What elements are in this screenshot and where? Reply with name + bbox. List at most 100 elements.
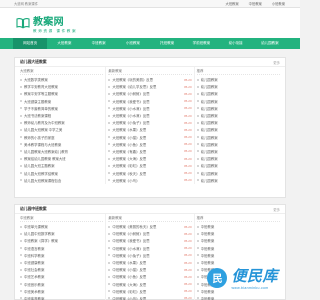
nav-item[interactable]: 托班教案	[150, 38, 184, 49]
list-item[interactable]: 中班教案	[196, 223, 280, 230]
nav-item[interactable]: 幼儿园教案	[253, 38, 287, 49]
list-item[interactable]: 大班教案《水果》反思 05-20	[108, 126, 192, 133]
list-item-link[interactable]: 幼儿园教案	[201, 171, 280, 176]
more-link[interactable]: 更多	[273, 207, 280, 212]
list-item-link[interactable]: 教师幼儿教育及为中班教案	[24, 120, 103, 125]
list-item[interactable]: 中班教案《大海》反思 05-20	[108, 281, 192, 288]
list-item[interactable]: 幼儿园教案	[196, 105, 280, 112]
list-item[interactable]: 大班教案《幼儿学反思》反思 05-20	[108, 83, 192, 90]
list-item-link[interactable]: 中班单元课教案	[24, 224, 103, 229]
list-item[interactable]: 中班教案《小猫》反思 05-20	[108, 266, 192, 273]
list-item-link[interactable]: 幼儿园大班主题教案	[24, 163, 103, 168]
list-item[interactable]: 大班教案《玩的美丽》反思 05-20	[108, 76, 192, 83]
list-item-link[interactable]: 中班音乐教案	[24, 282, 103, 287]
nav-item[interactable]: 中班教案	[82, 38, 116, 49]
list-item-link[interactable]: 幼儿园大班教案 中学之美	[24, 127, 103, 132]
list-item-link[interactable]: 中班艺术教案	[24, 274, 103, 279]
list-item-link[interactable]: 大班教案《有趣》反思	[112, 149, 180, 154]
list-item-link[interactable]: 中班教案《算学》教案	[24, 238, 103, 243]
list-item[interactable]: 中班教案《小兔子》反思 05-20	[108, 252, 192, 259]
list-item[interactable]: 教案平安学等主题教案	[20, 90, 103, 97]
list-item-link[interactable]: 大班教案《小水滴》反思	[112, 106, 180, 111]
list-item-link[interactable]: 幼儿园教案	[201, 127, 280, 132]
list-item[interactable]: 幼儿园大班教学结教案	[20, 169, 103, 176]
list-item[interactable]: 中班教案《美丽的秋天》反思 05-20	[108, 223, 192, 230]
list-item-link[interactable]: 中班教案《小兔子》反思	[112, 253, 180, 258]
list-item[interactable]: 幼儿园教案	[196, 83, 280, 90]
list-item-link[interactable]: 教学平安教育大班教案	[24, 84, 103, 89]
list-item[interactable]: 中班教案《水果》反思 05-20	[108, 259, 192, 266]
list-item-link[interactable]: 中班教案《小鱼》反思	[112, 274, 180, 279]
list-item[interactable]: 幼儿园中班数学教案	[20, 230, 103, 237]
list-item-link[interactable]: 大班教案《小兔子》反思	[112, 120, 180, 125]
list-item-link[interactable]: 幼儿园教案	[201, 84, 280, 89]
list-item[interactable]: 幼儿园教案	[196, 112, 280, 119]
list-item[interactable]: 中班艺术教案	[20, 273, 103, 280]
list-item-link[interactable]: 大班健康主题教案	[24, 99, 103, 104]
list-item[interactable]: 幼儿园教案	[196, 148, 280, 155]
list-item-link[interactable]: 幼儿园教案	[201, 163, 280, 168]
list-item[interactable]: 大班教案《小水滴》反思 05-20	[108, 105, 192, 112]
nav-item[interactable]: 学前班教案	[184, 38, 218, 49]
list-item[interactable]: 中班教案	[196, 295, 280, 300]
list-item-link[interactable]: 幼儿园教案	[201, 106, 280, 111]
list-item-link[interactable]: 大班教案《大海》反思	[112, 156, 180, 161]
list-item[interactable]: 中班教案《小蚵蚵》反思 05-20	[108, 230, 192, 237]
list-item[interactable]: 中班美术教案	[20, 288, 103, 295]
list-item[interactable]: 中班社会教案	[20, 266, 103, 273]
list-item-link[interactable]: 幼儿园教案	[201, 135, 280, 140]
list-item-link[interactable]: 中班语言教案	[24, 246, 103, 251]
list-item-link[interactable]: 中班教案	[201, 224, 280, 229]
list-item-link[interactable]: 中班教案	[201, 231, 280, 236]
topbar-link[interactable]: 小班教案	[272, 1, 285, 6]
list-item[interactable]: 中班健康教案	[20, 259, 103, 266]
list-item-link[interactable]: 中班教案《小猫》反思	[112, 267, 180, 272]
list-item[interactable]: 大班书法教案课程	[20, 112, 103, 119]
list-item[interactable]: 幼儿园教案	[196, 134, 280, 141]
list-item-link[interactable]: 幼儿园教案	[201, 156, 280, 161]
nav-item[interactable]: 幼小衔接	[219, 38, 253, 49]
list-item[interactable]: 大班教案《小兔子》反思 05-20	[108, 119, 192, 126]
list-item-link[interactable]: 中班教案	[201, 253, 280, 258]
list-item[interactable]: 幼儿园教案	[196, 76, 280, 83]
list-item[interactable]: 大班教案《我爱书》反思 05-20	[108, 98, 192, 105]
list-item[interactable]: 美术教学课程与大班教案	[20, 141, 103, 148]
list-item-link[interactable]: 大班教案《水果》反思	[112, 127, 180, 132]
list-item-link[interactable]: 教师的小孩子的家庭	[24, 135, 103, 140]
list-item-link[interactable]: 幼儿园教案大班教案幼儿教育	[24, 149, 103, 154]
list-item-link[interactable]: 中班教案《水果》反思	[112, 260, 180, 265]
list-item[interactable]: 大班教案《彩虹》反思 05-20	[108, 162, 192, 169]
list-item-link[interactable]: 中班教案《彩虹》反思	[112, 289, 180, 294]
list-item-link[interactable]: 幼儿园教案	[201, 178, 280, 183]
list-item[interactable]: 中班教案《小鱼》反思 05-20	[108, 273, 192, 280]
list-item[interactable]: 中班体育教案	[20, 295, 103, 300]
list-item-link[interactable]: 大班教案《小水滴》反思	[112, 113, 180, 118]
list-item-link[interactable]: 幼儿园教案	[201, 113, 280, 118]
list-item-link[interactable]: 美术教学课程与大班教案	[24, 142, 103, 147]
list-item[interactable]: 幼儿园教案	[196, 119, 280, 126]
list-item-link[interactable]: 教案平安学等主题教案	[24, 91, 103, 96]
list-item-link[interactable]: 中班教案《美丽的秋天》反思	[112, 224, 180, 229]
list-item[interactable]: 大班教案《有趣》反思 05-20	[108, 148, 192, 155]
list-item[interactable]: 教师幼儿教育及为中班教案	[20, 119, 103, 126]
list-item[interactable]: 大班教案《秋天》反思 05-20	[108, 169, 192, 176]
list-item[interactable]: 幼儿园教案	[196, 169, 280, 176]
list-item[interactable]: 中班教案《小水滴》反思 05-20	[108, 245, 192, 252]
list-item-link[interactable]: 大班教案《秋天》反思	[112, 171, 180, 176]
list-item[interactable]: 幼儿园大班教案课程包含	[20, 177, 103, 184]
list-item-link[interactable]: 中班美术教案	[24, 289, 103, 294]
list-item-link[interactable]: 大班数学类教案	[24, 77, 103, 82]
list-item-link[interactable]: 大班教案《我爱书》反思	[112, 99, 180, 104]
topbar-link[interactable]: 大班教案	[225, 1, 238, 6]
list-item-link[interactable]: 幼儿园教案	[201, 142, 280, 147]
list-item[interactable]: 中班教案	[196, 237, 280, 244]
list-item[interactable]: 学子不废教简单的教案	[20, 105, 103, 112]
list-item-link[interactable]: 中班教案《我爱书》反思	[112, 238, 180, 243]
nav-item[interactable]: 小班教案	[116, 38, 150, 49]
list-item-link[interactable]: 幼儿园大班教案课程包含	[24, 178, 103, 183]
list-item-link[interactable]: 大班教案《小蚵蚵》反思	[112, 91, 180, 96]
list-item[interactable]: 中班教案《我爱书》反思 05-20	[108, 237, 192, 244]
more-link[interactable]: 更多	[273, 60, 280, 65]
list-item[interactable]: 大班教案《小鱼》反思 05-20	[108, 141, 192, 148]
nav-item[interactable]: 大班教案	[47, 38, 81, 49]
